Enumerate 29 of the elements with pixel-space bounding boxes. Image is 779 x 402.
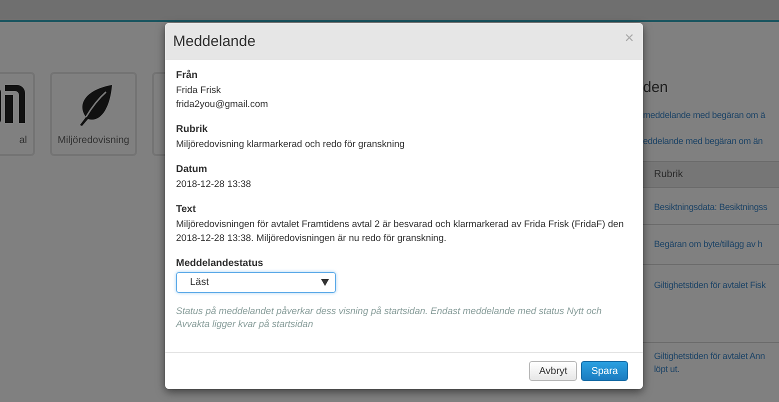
save-button[interactable]: Spara	[581, 361, 628, 381]
table-cell-link[interactable]: Begäran om byte/tillägg av h	[654, 238, 762, 251]
field-value: Frida Frisk	[176, 84, 222, 98]
page-heading: den	[643, 79, 670, 98]
tile-label: al	[19, 134, 27, 146]
tile-label: Miljöredovisning	[58, 134, 130, 146]
column-header: Rubrik	[654, 169, 683, 180]
table-cell-link[interactable]: Besiktningsdata: Besiktningss	[654, 201, 768, 214]
field-label: Från	[176, 70, 199, 81]
field-label: Text	[176, 204, 197, 215]
table-cell-link[interactable]: Giltighetstiden för avtalet Fisk	[654, 279, 766, 292]
message-link[interactable]: meddelande med begäran om ä	[643, 110, 779, 125]
field-value: Miljöredovisningen för avtalet Framtidens avtal 2 är besvarad och klarmarkerad av Frida Frisk (FridaF) den 2018-12-28 13:38. Miljöredovisningen är nu redo för granskning.	[176, 218, 625, 246]
field-value: frida2you@gmail.com	[176, 98, 270, 112]
tile[interactable]: al	[0, 72, 35, 156]
field-value: 2018-12-28 13:38	[176, 178, 252, 192]
field-label: Rubrik	[176, 124, 209, 135]
close-button[interactable]: ×	[624, 30, 634, 46]
field-value: Miljöredovisning klarmarkerad och redo för granskning	[176, 138, 406, 152]
table-cell-link[interactable]: Giltighetstiden för avtalet Ann löpt ut.	[654, 350, 765, 376]
cancel-button[interactable]: Avbryt	[529, 361, 578, 381]
caret-icon	[321, 279, 329, 286]
help-text: Status på meddelandet påverkar dess visning på startsidan. Endast meddelande med status Nytt och Avvakta ligger kvar på startsidan	[176, 305, 603, 331]
status-dropdown[interactable]: Läst	[176, 272, 336, 293]
field-label: Datum	[176, 164, 208, 175]
field-label: Meddelandestatus	[176, 258, 264, 269]
message-link[interactable]: eddelande med begäran om än	[643, 136, 779, 151]
dialog-title: Meddelande	[173, 33, 256, 50]
tile[interactable]: Miljöredovisning	[50, 72, 137, 156]
